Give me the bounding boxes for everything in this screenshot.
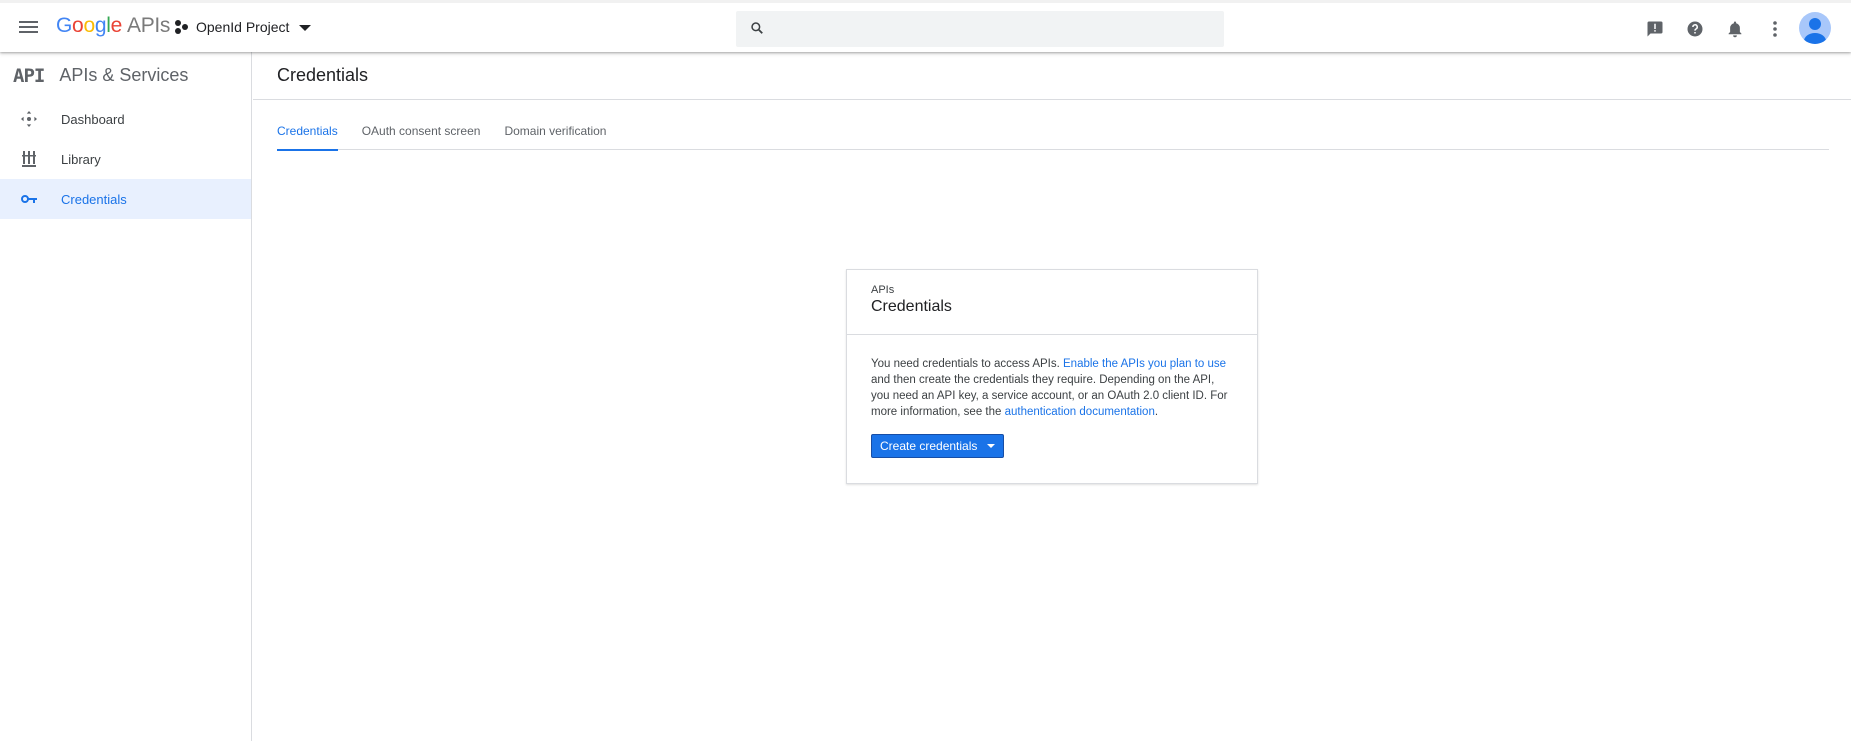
chevron-down-icon [987, 444, 996, 448]
credentials-card: APIs Credentials You need credentials to… [846, 269, 1258, 484]
search-input[interactable] [778, 11, 1208, 47]
account-icon [1804, 18, 1826, 44]
top-app-bar: Google APIs OpenId Project [0, 0, 1851, 52]
menu-icon[interactable] [17, 18, 41, 38]
logo-apis-text: APIs [126, 14, 171, 37]
tab-bar: Credentials OAuth consent screen Domain … [277, 114, 1829, 151]
sidebar-item-label: Library [61, 151, 101, 167]
project-dots-icon [175, 20, 189, 34]
sidebar: API APIs & Services Dashboard Library Cr… [0, 52, 252, 741]
authentication-documentation-link[interactable]: authentication documentation [1005, 406, 1155, 418]
notifications-icon[interactable] [1723, 17, 1747, 41]
card-subtitle: APIs [871, 284, 895, 296]
logo-letter: o [72, 14, 84, 37]
create-credentials-button[interactable]: Create credentials [871, 434, 1005, 458]
button-label: Create credentials [880, 439, 978, 453]
card-header: APIs Credentials [847, 270, 1257, 335]
sidebar-item-credentials[interactable]: Credentials [0, 179, 251, 219]
tab-credentials[interactable]: Credentials [277, 114, 338, 151]
card-description: You need credentials to access APIs. Ena… [847, 335, 1257, 420]
sidebar-item-label: Credentials [61, 191, 127, 207]
google-apis-logo[interactable]: Google APIs [56, 14, 170, 38]
page-header: Credentials [253, 52, 1851, 100]
search-bar[interactable] [736, 11, 1224, 47]
chevron-down-icon [299, 25, 312, 31]
description-text: . [1154, 406, 1159, 418]
search-icon [751, 22, 763, 34]
feedback-icon[interactable] [1643, 17, 1667, 41]
project-name: OpenId Project [196, 19, 290, 35]
sidebar-item-dashboard[interactable]: Dashboard [0, 99, 251, 139]
page-title: Credentials [277, 65, 369, 85]
dashboard-icon [17, 111, 41, 127]
enable-apis-link[interactable]: Enable the APIs you plan to use [1063, 358, 1226, 370]
library-icon [17, 151, 41, 167]
description-text: You need credentials to access APIs. [871, 358, 1064, 370]
project-selector[interactable]: OpenId Project [175, 19, 312, 35]
tab-domain-verification[interactable]: Domain verification [504, 114, 606, 150]
sidebar-item-library[interactable]: Library [0, 139, 251, 179]
sidebar-header: API APIs & Services [0, 52, 251, 99]
more-vert-icon[interactable] [1763, 17, 1787, 41]
tab-oauth-consent-screen[interactable]: OAuth consent screen [362, 114, 481, 150]
card-title: Credentials [871, 298, 952, 315]
logo-letter: e [110, 14, 123, 37]
sidebar-item-label: Dashboard [61, 111, 125, 127]
sidebar-title: APIs & Services [59, 65, 189, 85]
logo-letter: g [94, 14, 107, 37]
avatar[interactable] [1799, 12, 1831, 44]
key-icon [17, 194, 41, 204]
api-icon: API [13, 64, 45, 87]
logo-letter: o [83, 14, 95, 37]
main-content: Credentials Credentials OAuth consent sc… [253, 52, 1851, 741]
logo-letter: G [56, 14, 73, 37]
help-icon[interactable] [1683, 17, 1707, 41]
